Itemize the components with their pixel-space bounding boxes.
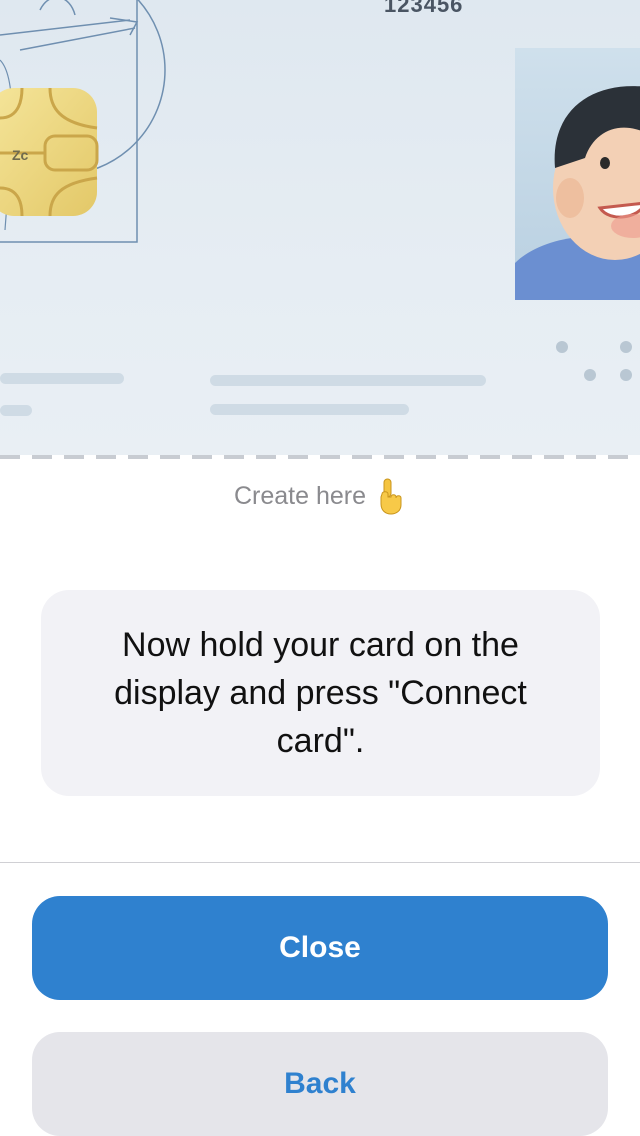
pointing-hand-icon xyxy=(380,478,402,515)
create-here-hint: Create here xyxy=(0,476,640,516)
card-line xyxy=(0,405,32,416)
close-button[interactable]: Close xyxy=(32,896,608,1000)
card-illustration: 123456 Zc xyxy=(0,0,640,455)
back-button[interactable]: Back xyxy=(32,1032,608,1136)
footer-divider xyxy=(0,862,640,863)
card-dot xyxy=(556,341,568,353)
instruction-box: Now hold your card on the display and pr… xyxy=(41,590,600,796)
card-dot xyxy=(584,369,596,381)
card-dot xyxy=(620,341,632,353)
chip-icon: Zc xyxy=(0,88,99,217)
avatar-photo xyxy=(515,48,640,300)
card-line xyxy=(0,373,124,384)
dashed-divider xyxy=(0,455,640,459)
card-line xyxy=(210,375,486,386)
card-dot xyxy=(620,369,632,381)
card-number: 123456 xyxy=(384,0,464,17)
create-here-label: Create here xyxy=(233,481,367,510)
chip-logo: Zc xyxy=(12,147,29,163)
instruction-text: Now hold your card on the display and pr… xyxy=(114,626,527,760)
card-line xyxy=(210,404,409,415)
app-screen: 123456 Zc Create here Now hold your card… xyxy=(0,0,640,1136)
